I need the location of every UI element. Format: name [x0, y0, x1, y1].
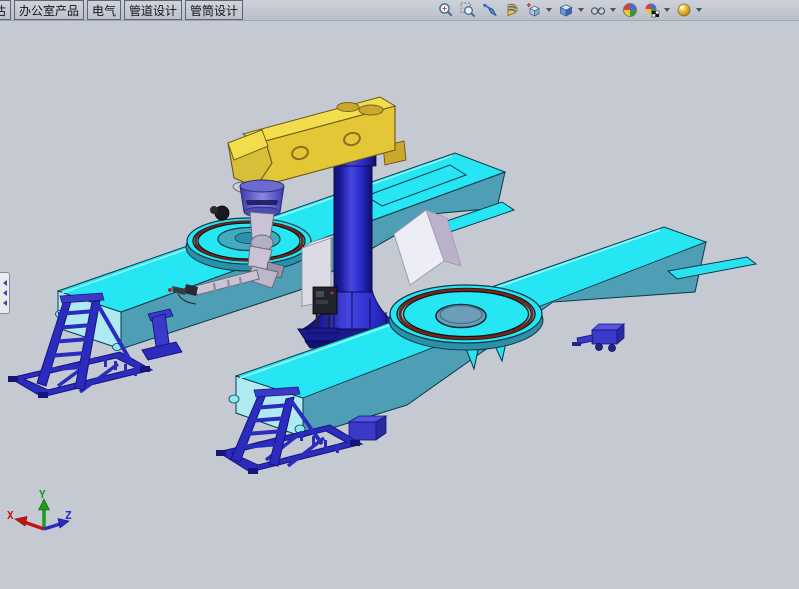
command-toolbar: 评估 办公室产品 电气 管道设计 管筒设计 [0, 0, 799, 21]
beam-support-block[interactable] [349, 416, 386, 440]
display-style-icon[interactable] [557, 2, 574, 19]
edit-appearance-icon[interactable] [621, 2, 638, 19]
caster-support[interactable] [572, 324, 624, 352]
hide-show-items-icon[interactable] [589, 2, 606, 19]
graphics-viewport[interactable]: Y X Z [0, 20, 799, 589]
triad-y-label: Y [39, 488, 46, 501]
application-window: 评估 办公室产品 电气 管道设计 管筒设计 [0, 0, 799, 589]
panel-collapse-tab[interactable] [0, 272, 10, 314]
hide-show-items-dropdown-arrow[interactable] [610, 8, 616, 12]
heads-up-view-toolbar [437, 1, 702, 19]
zoom-to-area-icon[interactable] [459, 2, 476, 19]
tab-electrical[interactable]: 电气 [87, 0, 121, 20]
tab-office-products[interactable]: 办公室产品 [14, 0, 84, 20]
view-orientation-icon[interactable] [525, 2, 542, 19]
view-settings-dropdown-arrow[interactable] [696, 8, 702, 12]
collapse-arrow-icon [3, 300, 7, 306]
rotary-ring-front[interactable] [389, 285, 543, 350]
section-view-icon[interactable] [503, 2, 520, 19]
view-orientation-dropdown-arrow[interactable] [546, 8, 552, 12]
triad-z-label: Z [65, 509, 72, 522]
previous-view-icon[interactable] [481, 2, 498, 19]
collapse-arrow-icon [3, 290, 7, 296]
tab-evaluate[interactable]: 评估 [0, 0, 11, 20]
apply-scene-icon[interactable] [643, 2, 660, 19]
tab-piping-design[interactable]: 管道设计 [124, 0, 182, 20]
zoom-to-fit-icon[interactable] [437, 2, 454, 19]
triad-x-label: X [7, 509, 14, 522]
display-style-dropdown-arrow[interactable] [578, 8, 584, 12]
orientation-triad: Y X Z [7, 488, 72, 529]
tab-tubing-design[interactable]: 管筒设计 [185, 0, 243, 20]
command-tabs: 评估 办公室产品 电气 管道设计 管筒设计 [0, 0, 243, 20]
apply-scene-dropdown-arrow[interactable] [664, 8, 670, 12]
view-settings-icon[interactable] [675, 2, 692, 19]
collapse-arrow-icon [3, 280, 7, 286]
